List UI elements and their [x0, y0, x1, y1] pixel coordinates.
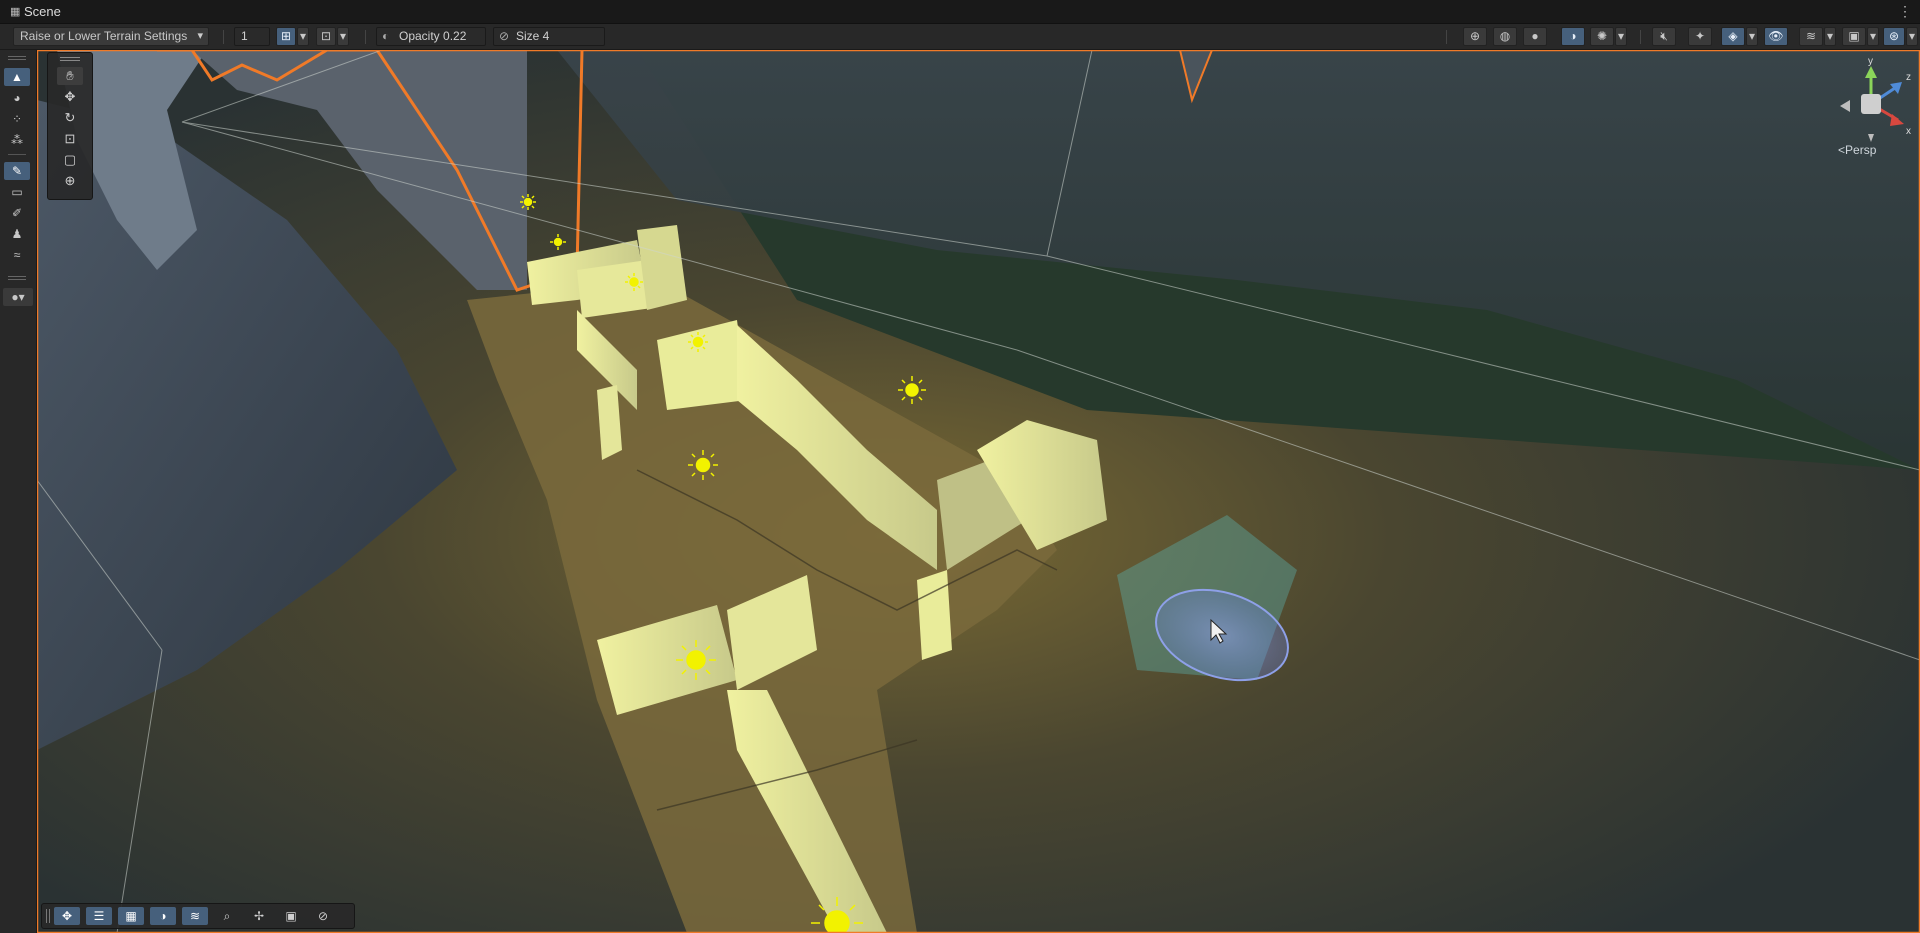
scene-view-options-icon[interactable]: ⊛: [1883, 27, 1905, 46]
debug-icon[interactable]: ✺: [1590, 27, 1614, 46]
set-height-icon[interactable]: ▭: [4, 183, 30, 201]
projection-label: Persp: [1845, 143, 1877, 157]
opacity-label: Opacity 0.22: [399, 29, 467, 43]
holes-icon[interactable]: ≈: [4, 246, 30, 264]
scene-render[interactable]: [37, 50, 1920, 933]
gizmos-dropdown-chevron-icon[interactable]: ▾: [1746, 27, 1758, 46]
gizmo-x-axis-icon: [1890, 114, 1904, 126]
shading-wireframe-icon[interactable]: ◍: [1493, 27, 1517, 46]
more-options-icon[interactable]: ⋮: [1898, 3, 1912, 20]
light-icon: [898, 376, 926, 404]
transform-icon[interactable]: ⊕: [57, 172, 83, 190]
orientation-gizmo-icon[interactable]: ⊕: [1463, 27, 1487, 46]
rect-icon[interactable]: ▢: [57, 151, 83, 169]
layers-dropdown-chevron-icon[interactable]: ▾: [1824, 27, 1836, 46]
panels-icon[interactable]: ☰: [86, 907, 112, 925]
stamp-icon[interactable]: ♟: [4, 225, 30, 243]
move-icon[interactable]: ✥: [54, 907, 80, 925]
strip-grab-handle[interactable]: [8, 56, 26, 60]
shading-unlit-icon[interactable]: ◑: [1561, 27, 1585, 46]
strip-grab-handle[interactable]: [8, 276, 26, 280]
scene-tab-icon: ▦: [10, 5, 21, 18]
gizmo-z-label: z: [1906, 72, 1911, 83]
gizmo-x-label: x: [1906, 126, 1911, 137]
tools-overlay: ✋︎ ✥ ↻ ⊡ ▢ ⊕: [47, 52, 93, 200]
opacity-icon: ◐: [382, 29, 390, 43]
hand-icon[interactable]: ✋︎: [57, 67, 83, 85]
toolbar-separator: [365, 30, 366, 44]
light-icon: [520, 194, 536, 210]
layers-icon[interactable]: ≋: [1799, 27, 1823, 46]
scene-view-options-chevron-icon[interactable]: ▾: [1906, 27, 1918, 46]
light-icon: [688, 332, 708, 352]
effects-icon[interactable]: ✦: [1688, 27, 1712, 46]
increment-snap-icon[interactable]: ⊡: [316, 27, 336, 46]
bottom-overlay-toolbar: ✥ ☰ ▦ ◑ ≋ ⌕ ✢ ▣ ⊘: [41, 903, 355, 929]
camera-dropdown-chevron-icon[interactable]: ▾: [1867, 27, 1879, 46]
grid-icon[interactable]: ▦: [118, 907, 144, 925]
raise-lower-icon[interactable]: ✎: [4, 162, 30, 180]
terrain-tool-dropdown[interactable]: Raise or Lower Terrain Settings: [13, 27, 209, 46]
projection-toggle[interactable]: <Persp: [1838, 143, 1876, 157]
detail-icon[interactable]: ⁘: [4, 110, 30, 128]
terrain-tools-strip: ▲ ◕ ⁘ ⁂ ✎ ▭ ✐ ♟ ≈ ●▾: [0, 50, 37, 933]
shading-shaded-icon[interactable]: ●: [1523, 27, 1547, 46]
grid-snap-dropdown-chevron-icon[interactable]: ▾: [297, 27, 309, 46]
toolbar-separator: [223, 30, 224, 44]
projection-chevron-icon: <: [1838, 143, 1846, 157]
search-icon[interactable]: ⌕: [214, 907, 240, 925]
compass-icon[interactable]: ⊘: [310, 907, 336, 925]
scene-window-titlebar: ▦ Scene ⋮: [0, 0, 1920, 24]
increment-snap-dropdown-chevron-icon[interactable]: ▾: [337, 27, 349, 46]
gizmos-icon[interactable]: ◈: [1721, 27, 1745, 46]
brush-size-icon: ⊘: [499, 29, 510, 43]
scene-viewport[interactable]: ✋︎ ✥ ↻ ⊡ ▢ ⊕ y z x <Persp ✥ ☰ ▦ ◑ ≋ ⌕ ✢ …: [37, 50, 1920, 933]
light-icon: [688, 450, 718, 480]
overlay-grab-handle[interactable]: [46, 909, 50, 923]
pivot-icon[interactable]: ✢: [246, 907, 272, 925]
opacity-field[interactable]: ◐ Opacity 0.22: [376, 27, 486, 46]
window-title[interactable]: Scene: [24, 4, 61, 19]
debug-dropdown-chevron-icon[interactable]: ▾: [1615, 27, 1627, 46]
smooth-icon[interactable]: ✐: [4, 204, 30, 222]
visibility-icon[interactable]: 👁︎: [1764, 27, 1788, 46]
strip-separator: [8, 154, 26, 155]
scale-icon[interactable]: ⊡: [57, 130, 83, 148]
gizmo-y-axis-icon: [1865, 66, 1877, 78]
brush-size-label: Size 4: [516, 29, 550, 43]
trees-icon[interactable]: ⁂: [4, 131, 30, 149]
grid-size-field[interactable]: 1: [234, 27, 270, 46]
sculpt-icon[interactable]: ◕: [4, 89, 30, 107]
shading-icon[interactable]: ◑: [150, 907, 176, 925]
brush-size-field[interactable]: ⊘ Size 4: [493, 27, 605, 46]
audio-mute-icon[interactable]: 🔇︎: [1652, 27, 1676, 46]
layers-icon[interactable]: ≋: [182, 907, 208, 925]
camera-icon[interactable]: ▣: [278, 907, 304, 925]
gizmo-z-axis-icon: [1890, 82, 1902, 94]
overlay-grab-handle[interactable]: [60, 57, 80, 61]
rotate-icon[interactable]: ↻: [57, 109, 83, 127]
light-icon: [676, 640, 716, 680]
move-icon[interactable]: ✥: [57, 88, 83, 106]
gizmo-y-label: y: [1868, 56, 1873, 67]
scene-toolbar: Raise or Lower Terrain Settings 1 ⊞ ▾ ⊡ …: [0, 24, 1920, 50]
camera-icon[interactable]: ▣: [1842, 27, 1866, 46]
grid-snap-icon[interactable]: ⊞: [276, 27, 296, 46]
toolbar-separator: [1446, 30, 1447, 44]
toolbar-separator: [1640, 30, 1641, 44]
brush-icon[interactable]: ●▾: [3, 288, 33, 306]
terrain-paint-icon[interactable]: ▲: [4, 68, 30, 86]
